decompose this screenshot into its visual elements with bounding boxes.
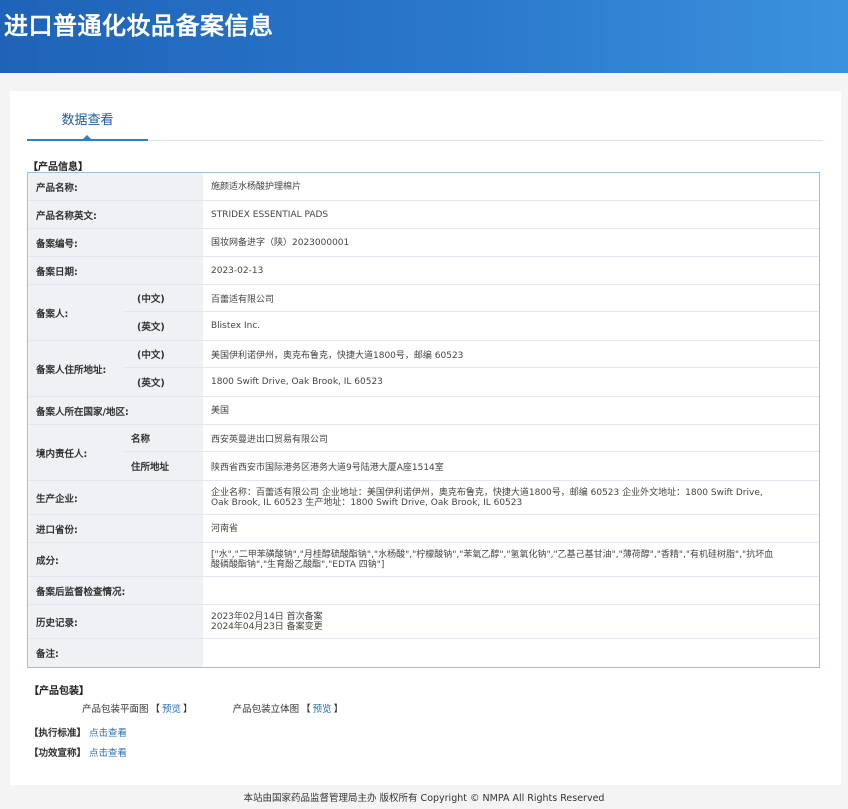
bracket-close: 】 [333, 704, 344, 715]
package-flat-label: 产品包装平面图 [82, 704, 149, 715]
value-remarks [203, 639, 819, 667]
content-panel: 数据查看 【产品信息】 产品名称: 施颜适水杨酸护理棉片 产品名称英文: STR… [10, 91, 841, 785]
label-filer-cn: (中文) [123, 285, 203, 311]
row-post-inspection: 备案后监督检查情况: [28, 577, 819, 605]
value-product-name: 施颜适水杨酸护理棉片 [211, 181, 302, 192]
row-agent-address: 住所地址 陕西省西安市国际港务区港务大道9号陆港大厦A座1514室 [123, 452, 819, 480]
label-record-date: 备案日期: [28, 257, 203, 284]
package-solid-label: 产品包装立体图 [232, 704, 300, 715]
bracket-open: 【 [150, 704, 161, 715]
label-filer: 备案人: [28, 285, 123, 340]
label-product-name-en: 产品名称英文: [28, 201, 203, 228]
label-manufacturer: 生产企业: [28, 481, 203, 514]
label-filer-en: (英文) [123, 312, 203, 340]
label-post-inspection: 备案后监督检查情况: [28, 577, 203, 604]
row-filer-address-cn: (中文) 美国伊利诺伊州，奥克布鲁克，快捷大道1800号，邮编 60523 [123, 341, 819, 368]
row-record-date: 备案日期: 2023-02-13 [28, 257, 819, 285]
label-filer-address-en: (英文) [123, 368, 203, 396]
value-product-name-en: STRIDEX ESSENTIAL PADS [211, 209, 329, 220]
section-standard: 【执行标准】 [29, 728, 87, 739]
row-record-no: 备案编号: 国妆网备进字（陕）2023000001 [28, 229, 819, 257]
label-agent-name: 名称 [123, 425, 203, 451]
row-agent-name: 名称 西安英曼进出口贸易有限公司 [123, 425, 819, 452]
value-agent-name: 西安英曼进出口贸易有限公司 [211, 434, 329, 445]
package-flat-preview-link[interactable]: 预览 [162, 704, 181, 715]
history-line-1: 2023年02月14日 首次备案 [211, 611, 323, 622]
label-filer-address: 备案人住所地址: [28, 341, 123, 396]
row-filer-address-en: (英文) 1800 Swift Drive, Oak Brook, IL 605… [123, 368, 819, 396]
section-product-info: 【产品信息】 [28, 162, 88, 173]
label-domestic-agent: 境内责任人: [28, 425, 123, 480]
history-line-2: 2024年04月23日 备案变更 [211, 621, 323, 632]
value-record-no: 国妆网备进字（陕）2023000001 [211, 237, 350, 248]
row-manufacturer: 生产企业: 企业名称：百蕾适有限公司 企业地址：美国伊利诺伊州，奥克布鲁克，快捷… [28, 481, 819, 515]
row-filer-en: (英文) Blistex Inc. [123, 312, 819, 340]
value-import-province: 河南省 [211, 523, 239, 534]
label-history: 历史记录: [28, 605, 203, 638]
label-remarks: 备注: [28, 639, 203, 667]
group-filer-address: 备案人住所地址: (中文) 美国伊利诺伊州，奥克布鲁克，快捷大道1800号，邮编… [28, 341, 819, 397]
page-header: 进口普通化妆品备案信息 [0, 0, 848, 73]
standard-line: 【执行标准】 点击查看 [29, 725, 127, 739]
row-filer-cn: (中文) 百蕾适有限公司 [123, 285, 819, 312]
efficacy-view-link[interactable]: 点击查看 [89, 748, 127, 759]
value-record-date: 2023-02-13 [211, 265, 264, 276]
label-ingredients: 成分: [28, 543, 203, 576]
value-post-inspection [203, 577, 819, 604]
label-agent-address: 住所地址 [123, 452, 203, 480]
value-ingredients: ["水","二甲苯磺酸钠","月桂醇硫酸酯钠","水杨酸","柠檬酸钠","苯氧… [211, 549, 774, 570]
label-product-name: 产品名称: [28, 173, 203, 200]
value-agent-address: 陕西省西安市国际港务区港务大道9号陆港大厦A座1514室 [211, 462, 444, 473]
value-filer-address-cn: 美国伊利诺伊州，奥克布鲁克，快捷大道1800号，邮编 60523 [211, 350, 464, 361]
row-remarks: 备注: [28, 639, 819, 667]
section-efficacy: 【功效宣称】 [29, 748, 87, 759]
bracket-close: 】 [183, 704, 193, 715]
value-manufacturer: 企业名称：百蕾适有限公司 企业地址：美国伊利诺伊州，奥克布鲁克，快捷大道1800… [211, 487, 763, 508]
label-record-no: 备案编号: [28, 229, 203, 256]
value-filer-country: 美国 [211, 405, 230, 416]
product-info-table: 产品名称: 施颜适水杨酸护理棉片 产品名称英文: STRIDEX ESSENTI… [27, 172, 820, 668]
standard-view-link[interactable]: 点击查看 [89, 728, 127, 739]
package-links: 产品包装平面图【预览】 产品包装立体图【预览】 [82, 701, 345, 715]
tab-bar: 数据查看 [27, 91, 823, 141]
row-history: 历史记录: 2023年02月14日 首次备案 2024年04月23日 备案变更 [28, 605, 819, 639]
row-filer-country: 备案人所在国家/地区: 美国 [28, 397, 819, 425]
label-filer-address-cn: (中文) [123, 341, 203, 367]
value-filer-address-en: 1800 Swift Drive, Oak Brook, IL 60523 [211, 377, 383, 387]
value-filer-en: Blistex Inc. [211, 321, 261, 331]
row-ingredients: 成分: ["水","二甲苯磺酸钠","月桂醇硫酸酯钠","水杨酸","柠檬酸钠"… [28, 543, 819, 577]
bracket-open: 【 [301, 704, 311, 715]
group-domestic-agent: 境内责任人: 名称 西安英曼进出口贸易有限公司 住所地址 陕西省西安市国际港务区… [28, 425, 819, 481]
page-footer: 本站由国家药品监督管理局主办 版权所有 Copyright © NMPA All… [243, 793, 605, 804]
row-product-name-en: 产品名称英文: STRIDEX ESSENTIAL PADS [28, 201, 819, 229]
section-product-package: 【产品包装】 [29, 686, 89, 697]
label-import-province: 进口省份: [28, 515, 203, 542]
label-filer-country: 备案人所在国家/地区: [28, 397, 203, 424]
tab-caret-icon [82, 135, 92, 140]
row-product-name: 产品名称: 施颜适水杨酸护理棉片 [28, 173, 819, 201]
page-title: 进口普通化妆品备案信息 [4, 12, 274, 40]
row-import-province: 进口省份: 河南省 [28, 515, 819, 543]
value-filer-cn: 百蕾适有限公司 [211, 294, 275, 305]
package-solid-preview-link[interactable]: 预览 [313, 704, 332, 715]
efficacy-line: 【功效宣称】 点击查看 [29, 745, 127, 759]
value-history: 2023年02月14日 首次备案 2024年04月23日 备案变更 [203, 605, 819, 638]
group-filer: 备案人: (中文) 百蕾适有限公司 (英文) Blistex Inc. [28, 285, 819, 341]
